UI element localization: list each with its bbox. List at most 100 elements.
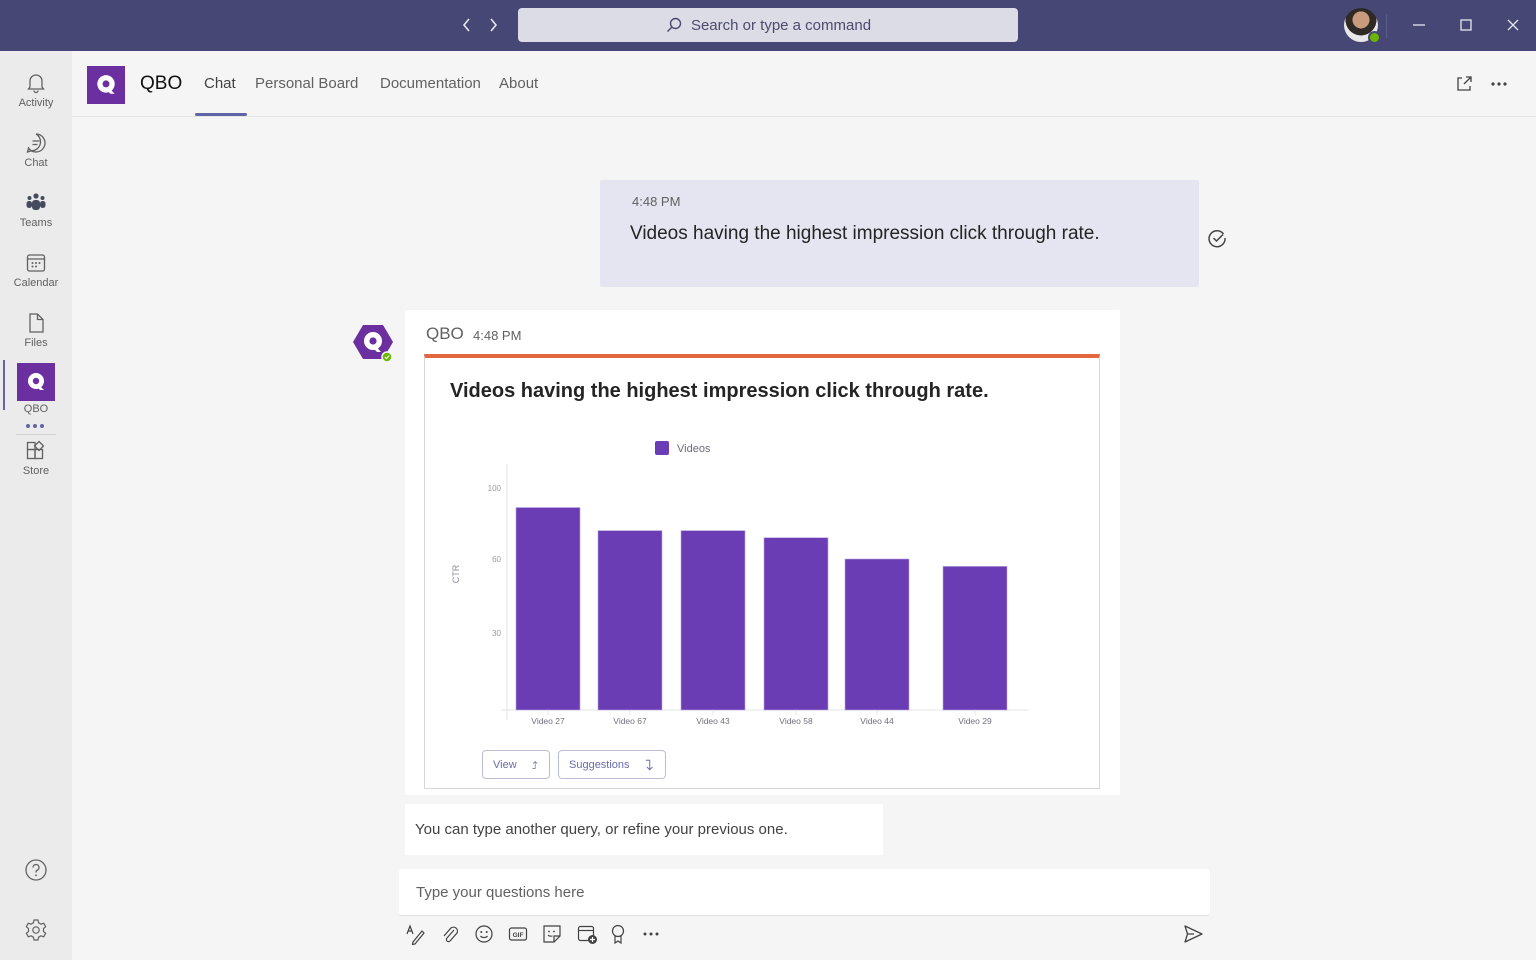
more-horizontal-icon — [643, 932, 659, 936]
maximize-icon — [1460, 19, 1472, 31]
suggestions-button[interactable]: Suggestions — [558, 750, 666, 779]
more-tools-button[interactable] — [639, 922, 663, 946]
x-tick-label: Video 29 — [958, 716, 992, 726]
praise-icon — [611, 924, 625, 945]
rail-item-teams[interactable]: Teams — [0, 191, 72, 247]
gif-icon: GIF — [508, 927, 528, 941]
bar — [597, 530, 663, 711]
close-icon — [1507, 19, 1519, 31]
gif-button[interactable]: GIF — [506, 922, 530, 946]
app-rail: Activity Chat Teams Calendar Files QBO S… — [0, 51, 72, 960]
chart-legend: Videos — [655, 441, 711, 455]
bar — [763, 537, 829, 711]
help-icon — [25, 859, 47, 881]
format-button[interactable] — [404, 922, 428, 946]
forward-button[interactable] — [483, 14, 503, 36]
chevron-right-icon — [490, 18, 498, 32]
bar — [515, 507, 581, 711]
hint-message: You can type another query, or refine yo… — [405, 804, 883, 855]
y-tick-label: 30 — [492, 629, 501, 638]
store-icon — [26, 440, 45, 460]
rail-item-store[interactable]: Store — [0, 439, 72, 495]
gear-icon — [25, 919, 47, 941]
calendar-icon — [26, 254, 46, 272]
y-tick-label: 100 — [488, 484, 502, 493]
message-composer — [399, 869, 1210, 916]
sticker-icon — [543, 925, 561, 943]
suggestions-label: Suggestions — [569, 758, 630, 771]
qbo-logo — [87, 66, 125, 104]
divider — [1386, 14, 1387, 38]
rail-label: QBO — [23, 403, 49, 415]
chat-icon — [26, 133, 46, 153]
help-button[interactable] — [0, 857, 72, 885]
arrow-up-icon — [532, 760, 538, 769]
presence-badge — [1368, 31, 1381, 44]
rail-label: Files — [24, 337, 48, 349]
chevron-left-icon — [462, 18, 470, 32]
minimize-button[interactable] — [1406, 12, 1432, 38]
sticker-button[interactable] — [540, 922, 564, 946]
rail-label: Activity — [18, 97, 54, 109]
sender-name: QBO — [426, 324, 464, 343]
close-button[interactable] — [1500, 12, 1526, 38]
emoji-icon — [475, 925, 493, 943]
message-text: Videos having the highest impression cli… — [630, 223, 1100, 244]
search-placeholder: Search or type a command — [690, 16, 872, 34]
send-icon — [1184, 925, 1203, 943]
bar — [844, 558, 910, 711]
title-bar: Search or type a command — [0, 0, 1536, 51]
qbo-logo-glyph — [97, 75, 115, 94]
emoji-button[interactable] — [472, 922, 496, 946]
rail-label: Chat — [24, 157, 48, 169]
tab-personal-board[interactable]: Personal Board — [255, 75, 358, 92]
user-avatar[interactable] — [1344, 8, 1381, 44]
settings-button[interactable] — [0, 917, 72, 945]
rail-label: Calendar — [13, 277, 59, 289]
x-tick-label: Video 67 — [613, 716, 647, 726]
more-apps-icon[interactable] — [26, 424, 46, 430]
rail-label: Teams — [19, 217, 53, 229]
schedule-meeting-icon — [577, 925, 597, 944]
bar — [680, 530, 746, 711]
format-icon — [406, 924, 425, 945]
maximize-button[interactable] — [1453, 12, 1479, 38]
y-axis-label: CTR — [451, 564, 461, 583]
view-button[interactable]: View — [482, 750, 550, 779]
tab-chat[interactable]: Chat — [204, 75, 236, 92]
rail-item-qbo[interactable]: QBO — [0, 363, 72, 419]
rail-item-files[interactable]: Files — [0, 311, 72, 367]
more-options-button[interactable] — [1488, 73, 1510, 95]
attach-icon — [443, 926, 459, 943]
attach-button[interactable] — [438, 922, 462, 946]
arrow-down-turn-icon — [645, 759, 653, 770]
user-message: 4:48 PM Videos having the highest impres… — [600, 180, 1199, 287]
bell-icon — [27, 74, 45, 94]
schedule-meeting-button[interactable] — [575, 922, 599, 946]
app-header: QBO Chat Personal Board Documentation Ab… — [72, 51, 1536, 117]
x-tick-label: Video 44 — [860, 716, 894, 726]
rail-item-calendar[interactable]: Calendar — [0, 251, 72, 307]
svg-text:GIF: GIF — [513, 932, 524, 939]
rail-item-chat[interactable]: Chat — [0, 131, 72, 187]
hint-text: You can type another query, or refine yo… — [415, 821, 788, 838]
active-tab-indicator — [195, 113, 247, 116]
minimize-icon — [1413, 24, 1425, 26]
bar-chart: Videos CTR 30 60 100 Video 27 Video 67 Video… — [451, 441, 1029, 726]
search-input[interactable]: Search or type a command — [518, 8, 1018, 42]
qbo-logo-glyph — [28, 373, 44, 390]
rail-label: Store — [22, 465, 50, 477]
tab-about[interactable]: About — [499, 75, 538, 92]
view-label: View — [493, 758, 517, 771]
popout-button[interactable] — [1453, 73, 1475, 95]
tab-documentation[interactable]: Documentation — [380, 75, 481, 92]
rail-item-activity[interactable]: Activity — [0, 71, 72, 127]
search-icon — [666, 17, 682, 32]
praise-button[interactable] — [606, 922, 630, 946]
back-button[interactable] — [457, 14, 477, 36]
message-time: 4:48 PM — [473, 328, 522, 343]
question-input[interactable] — [399, 869, 1210, 915]
bot-avatar — [353, 325, 393, 363]
send-button[interactable] — [1181, 922, 1205, 946]
x-tick-label: Video 27 — [531, 716, 565, 726]
